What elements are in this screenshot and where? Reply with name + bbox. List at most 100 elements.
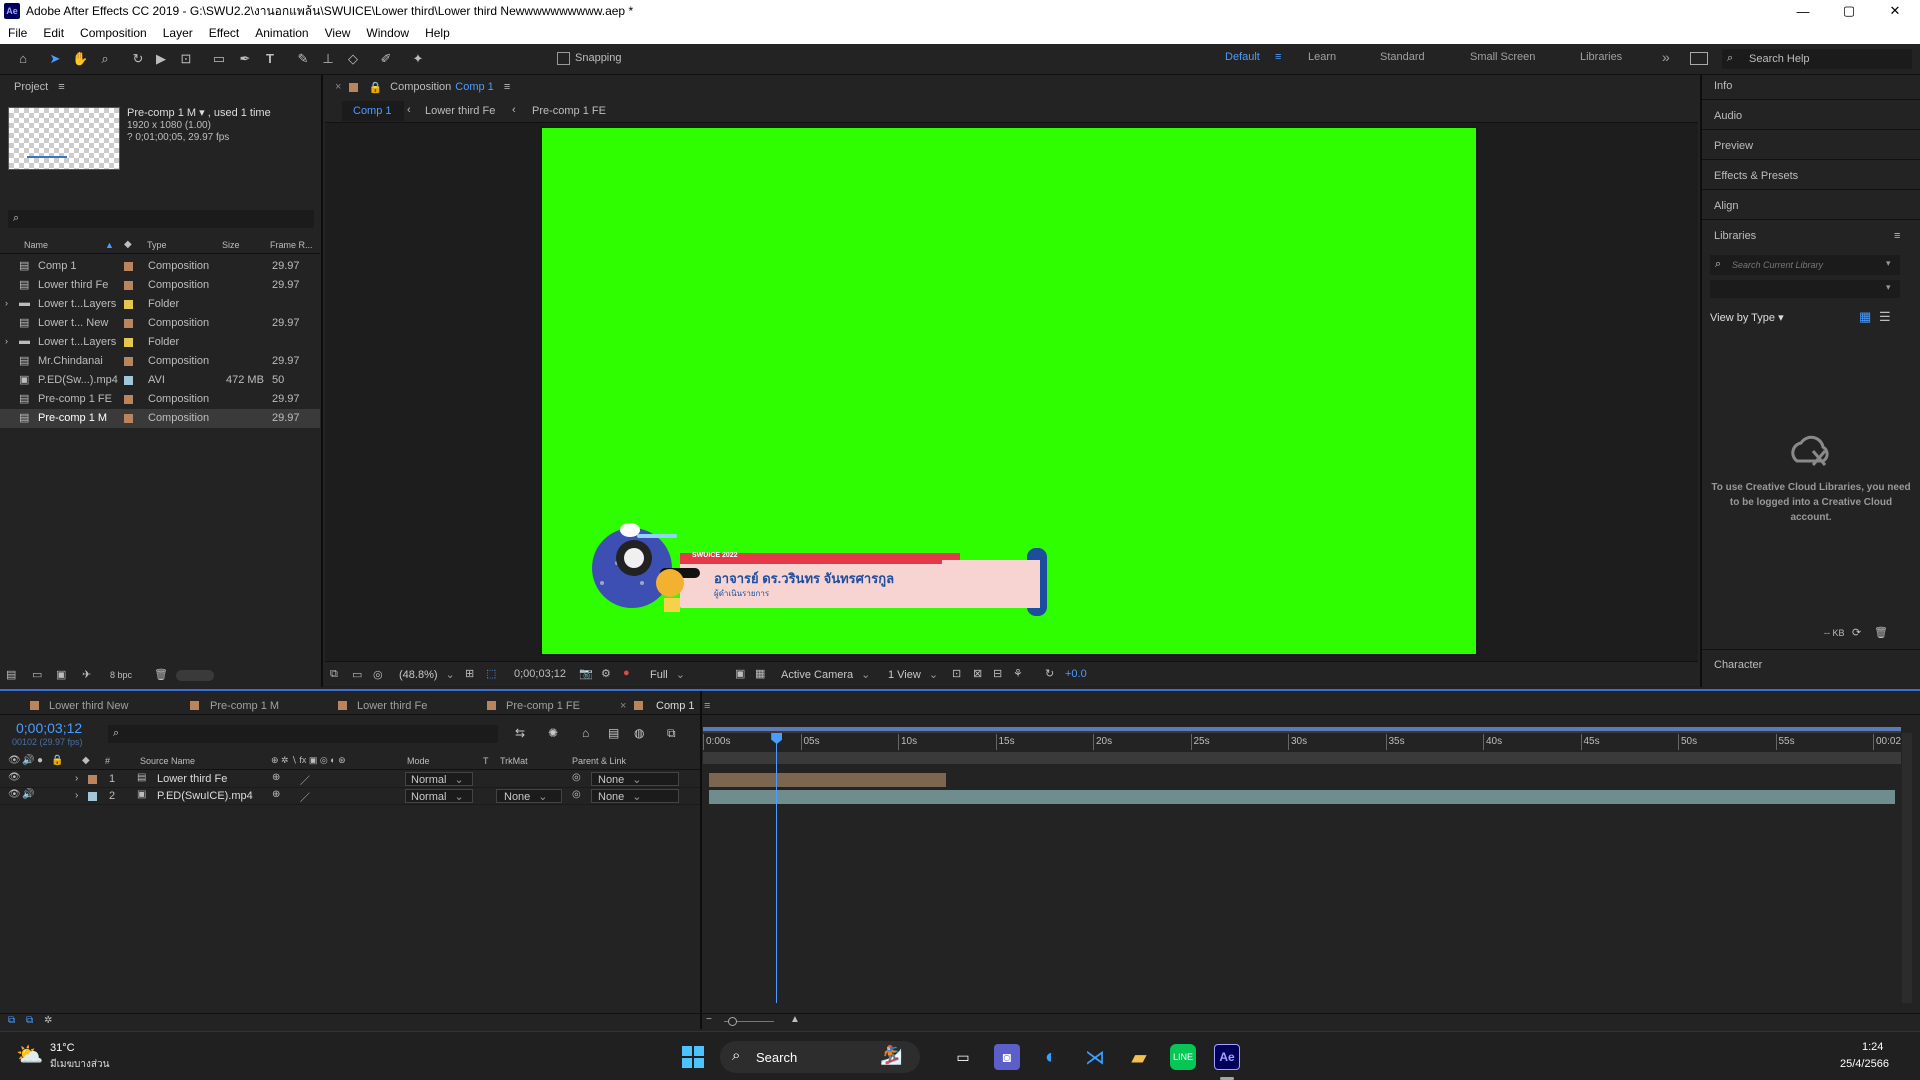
safe-margins-icon[interactable]: ⊞ bbox=[465, 667, 474, 680]
lock-icon[interactable]: 🔒 bbox=[368, 81, 382, 94]
panel-layout-icon[interactable] bbox=[1690, 52, 1708, 65]
comp-mini-flowchart-icon[interactable]: ⇆ bbox=[515, 726, 525, 740]
quality-switch-icon[interactable]: ／ bbox=[300, 789, 310, 804]
breadcrumb-comp-1[interactable]: Comp 1 bbox=[353, 105, 392, 117]
frame-blending-icon[interactable]: ▤ bbox=[608, 726, 619, 740]
library-select[interactable]: ▾ bbox=[1710, 280, 1900, 298]
video-visibility-icon[interactable]: 👁 bbox=[8, 755, 21, 766]
project-item[interactable]: › ▬ Lower t...Layers Folder bbox=[0, 295, 320, 314]
snapping-checkbox[interactable] bbox=[557, 52, 570, 65]
vscode-icon[interactable]: ⋊ bbox=[1082, 1044, 1108, 1070]
column-name[interactable]: Name bbox=[24, 240, 48, 250]
weather-temperature[interactable]: 31°C bbox=[50, 1042, 75, 1054]
playhead[interactable] bbox=[771, 733, 783, 1003]
close-tab-icon[interactable]: × bbox=[620, 700, 626, 712]
type-tool-icon[interactable]: T bbox=[262, 51, 278, 67]
column-source-name[interactable]: Source Name bbox=[140, 756, 195, 766]
timeline-icon[interactable]: ⊟ bbox=[993, 667, 1002, 680]
project-item[interactable]: ▤ Pre-comp 1 M Composition 29.97 bbox=[0, 409, 320, 428]
puppet-tool-icon[interactable]: ✦ bbox=[410, 51, 426, 67]
pick-whip-icon[interactable]: ◎ bbox=[572, 772, 581, 783]
hand-tool-icon[interactable]: ✋ bbox=[72, 51, 88, 67]
workspace-libraries[interactable]: Libraries bbox=[1580, 51, 1622, 63]
layer-label-swatch[interactable] bbox=[88, 775, 97, 784]
panel-preview[interactable]: Preview bbox=[1714, 140, 1753, 152]
grid-view-icon[interactable]: ▦ bbox=[1859, 309, 1871, 325]
close-button[interactable]: ✕ bbox=[1872, 0, 1918, 22]
shy-switch-icon[interactable]: ⊕ bbox=[272, 772, 280, 783]
roto-brush-tool-icon[interactable]: ✐ bbox=[378, 51, 394, 67]
teams-chat-icon[interactable]: ◙ bbox=[994, 1044, 1020, 1070]
current-time-display[interactable]: 0;00;03;12 bbox=[514, 668, 566, 680]
pen-tool-icon[interactable]: ✒ bbox=[237, 51, 253, 67]
workspace-small-screen[interactable]: Small Screen bbox=[1470, 51, 1535, 63]
menu-file[interactable]: File bbox=[8, 26, 27, 40]
column-type[interactable]: Type bbox=[147, 240, 167, 250]
label-swatch[interactable] bbox=[124, 357, 133, 366]
zoom-dropdown[interactable]: (48.8%) bbox=[399, 668, 455, 681]
project-item[interactable]: ▤ Lower third Fe Composition 29.97 bbox=[0, 276, 320, 295]
label-tag-icon[interactable]: ◆ bbox=[82, 755, 90, 766]
transparency-grid-icon[interactable]: ▦ bbox=[755, 667, 765, 680]
selection-tool-icon[interactable]: ➤ bbox=[47, 51, 63, 67]
dropdown-arrow-icon[interactable]: ▾ bbox=[199, 107, 205, 119]
mask-visibility-icon[interactable]: ⬚ bbox=[486, 667, 496, 680]
reset-exposure-icon[interactable]: ↻ bbox=[1045, 667, 1054, 680]
project-item[interactable]: › ▬ Lower t...Layers Folder bbox=[0, 333, 320, 352]
label-swatch[interactable] bbox=[124, 376, 133, 385]
views-dropdown[interactable]: 1 View bbox=[888, 668, 938, 681]
delete-icon[interactable]: 🗑 bbox=[1874, 626, 1888, 639]
panel-effects-presets[interactable]: Effects & Presets bbox=[1714, 170, 1798, 182]
library-search-input[interactable]: ⌕ Search Current Library ▾ bbox=[1710, 255, 1900, 275]
eraser-tool-icon[interactable]: ◇ bbox=[345, 51, 361, 67]
solo-icon[interactable]: ● bbox=[37, 755, 43, 766]
layer-duration-bar[interactable] bbox=[709, 773, 947, 787]
panel-menu-icon[interactable]: ≡ bbox=[1894, 230, 1900, 242]
column-size[interactable]: Size bbox=[222, 240, 240, 250]
layer-row[interactable]: 👁🔊 › 2 ▣ P.ED(SwuICE).mp4 ⊕ ／ Normal None ◎ None bbox=[0, 788, 700, 805]
always-preview-icon[interactable]: ⧉ bbox=[330, 668, 338, 681]
menu-edit[interactable]: Edit bbox=[43, 26, 64, 40]
timeline-timecode[interactable]: 0;00;03;12 bbox=[16, 720, 82, 736]
time-zoom-slider[interactable] bbox=[724, 1017, 774, 1026]
pick-whip-icon[interactable]: ◎ bbox=[572, 789, 581, 800]
layer-row[interactable]: 👁 › 1 ▤ Lower third Fe ⊕ ／ Normal ◎ None bbox=[0, 771, 700, 788]
layer-switches-toggle-icon[interactable]: ⧉ bbox=[8, 1015, 15, 1026]
chevron-right-icon[interactable]: › bbox=[75, 790, 78, 801]
clone-stamp-tool-icon[interactable]: ⊥ bbox=[320, 51, 336, 67]
draft-3d-icon[interactable]: ✺ bbox=[548, 726, 558, 740]
snapshot-icon[interactable]: 📷 bbox=[579, 667, 593, 680]
shy-layers-icon[interactable]: ⌂ bbox=[582, 726, 589, 740]
rotate-tool-icon[interactable]: ↻ bbox=[130, 51, 146, 67]
chevron-right-icon[interactable]: › bbox=[75, 773, 78, 784]
layer-source-name[interactable]: Lower third Fe bbox=[157, 773, 227, 785]
menu-composition[interactable]: Composition bbox=[80, 26, 147, 40]
region-of-interest-icon[interactable]: ▣ bbox=[735, 667, 745, 680]
project-item[interactable]: ▤ Comp 1 Composition 29.97 bbox=[0, 257, 320, 276]
channel-icon[interactable]: ● bbox=[623, 667, 630, 679]
time-ruler[interactable]: 0:00s 05s 10s 15s 20s 25s 30s 35s 40s 45s 50s 55s 00… bbox=[703, 734, 1901, 752]
show-snapshot-icon[interactable]: ⚙ bbox=[601, 667, 611, 680]
motion-blur-icon[interactable]: ◍ bbox=[634, 726, 644, 740]
menu-window[interactable]: Window bbox=[366, 26, 409, 40]
exposure-value[interactable]: +0.0 bbox=[1065, 668, 1087, 680]
project-item[interactable]: ▤ Lower t... New Composition 29.97 bbox=[0, 314, 320, 333]
close-tab-icon[interactable]: × bbox=[335, 81, 341, 93]
layer-label-swatch[interactable] bbox=[88, 792, 97, 801]
windows-start-icon[interactable] bbox=[680, 1044, 706, 1070]
view-by-type-dropdown[interactable]: View by Type ▾ bbox=[1710, 311, 1784, 324]
label-swatch[interactable] bbox=[124, 281, 133, 290]
maximize-button[interactable]: ▢ bbox=[1826, 0, 1872, 22]
project-item[interactable]: ▤ Mr.Chindanai Composition 29.97 bbox=[0, 352, 320, 371]
delete-icon[interactable]: 🗑 bbox=[154, 668, 168, 681]
timeline-scrollbar[interactable] bbox=[1902, 733, 1912, 1003]
label-tag-icon[interactable]: ◆ bbox=[124, 239, 132, 250]
weather-icon[interactable]: ⛅ bbox=[16, 1042, 43, 1068]
more-workspaces-icon[interactable]: » bbox=[1662, 49, 1670, 65]
resolution-dropdown[interactable]: Full bbox=[650, 668, 735, 681]
panel-libraries[interactable]: Libraries bbox=[1714, 230, 1756, 242]
project-panel-title[interactable]: Project bbox=[14, 81, 48, 93]
chevron-right-icon[interactable]: › bbox=[5, 298, 8, 308]
workspace-standard[interactable]: Standard bbox=[1380, 51, 1425, 63]
menu-view[interactable]: View bbox=[325, 26, 351, 40]
